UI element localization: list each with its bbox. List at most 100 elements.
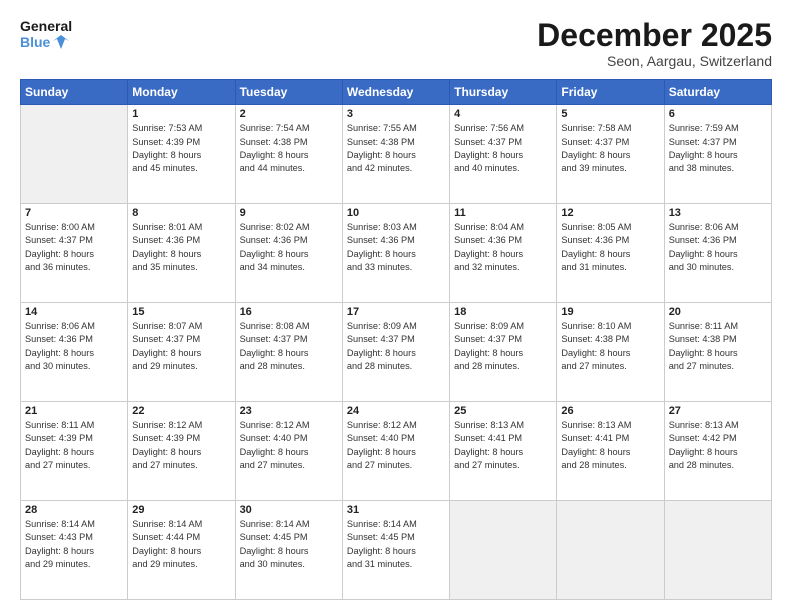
day-number: 21	[25, 405, 123, 417]
header-tuesday: Tuesday	[235, 80, 342, 105]
day-number: 2	[240, 108, 338, 120]
table-row: 1Sunrise: 7:53 AMSunset: 4:39 PMDaylight…	[128, 105, 235, 204]
table-row: 21 Sunrise: 8:11 AMSunset: 4:39 PMDayligh…	[21, 402, 128, 501]
title-block: December 2025 Seon, Aargau, Switzerland	[537, 18, 772, 69]
day-info: Sunrise: 8:09 AMSunset: 4:37 PMDaylight:…	[347, 320, 445, 373]
day-info: Sunrise: 7:59 AMSunset: 4:37 PMDaylight:…	[669, 122, 767, 175]
table-row: 6 Sunrise: 7:59 AMSunset: 4:37 PMDaylight…	[664, 105, 771, 204]
header: General Blue December 2025 Seon, Aargau,…	[20, 18, 772, 69]
day-info: Sunrise: 8:04 AMSunset: 4:36 PMDaylight:…	[454, 221, 552, 274]
day-number: 23	[240, 405, 338, 417]
logo-symbol: General Blue	[20, 18, 72, 50]
day-info: Sunrise: 8:02 AMSunset: 4:36 PMDaylight:…	[240, 221, 338, 274]
table-row: 11 Sunrise: 8:04 AMSunset: 4:36 PMDayligh…	[450, 204, 557, 303]
weekday-header-row: Sunday Monday Tuesday Wednesday Thursday…	[21, 80, 772, 105]
day-number: 22	[132, 405, 230, 417]
day-info: Sunrise: 8:06 AMSunset: 4:36 PMDaylight:…	[25, 320, 123, 373]
day-number: 14	[25, 306, 123, 318]
page: General Blue December 2025 Seon, Aargau,…	[0, 0, 792, 612]
day-number: 11	[454, 207, 552, 219]
calendar-week-4: 21 Sunrise: 8:11 AMSunset: 4:39 PMDayligh…	[21, 402, 772, 501]
day-info: Sunrise: 8:11 AMSunset: 4:39 PMDaylight:…	[25, 419, 123, 472]
day-number: 15	[132, 306, 230, 318]
day-number: 28	[25, 504, 123, 516]
day-number: 26	[561, 405, 659, 417]
day-info: Sunrise: 7:53 AMSunset: 4:39 PMDaylight:…	[132, 122, 230, 175]
day-number: 7	[25, 207, 123, 219]
table-row: 27Sunrise: 8:13 AMSunset: 4:42 PMDayligh…	[664, 402, 771, 501]
day-number: 19	[561, 306, 659, 318]
day-number: 18	[454, 306, 552, 318]
day-number: 13	[669, 207, 767, 219]
day-number: 25	[454, 405, 552, 417]
header-saturday: Saturday	[664, 80, 771, 105]
table-row: 17 Sunrise: 8:09 AMSunset: 4:37 PMDayligh…	[342, 303, 449, 402]
day-info: Sunrise: 8:11 AMSunset: 4:38 PMDaylight:…	[669, 320, 767, 373]
day-info: Sunrise: 8:14 AMSunset: 4:45 PMDaylight:…	[347, 518, 445, 571]
table-row: 19 Sunrise: 8:10 AMSunset: 4:38 PMDayligh…	[557, 303, 664, 402]
day-number: 12	[561, 207, 659, 219]
table-row: 30Sunrise: 8:14 AMSunset: 4:45 PMDayligh…	[235, 501, 342, 600]
day-info: Sunrise: 8:09 AMSunset: 4:37 PMDaylight:…	[454, 320, 552, 373]
header-sunday: Sunday	[21, 80, 128, 105]
table-row: 10Sunrise: 8:03 AMSunset: 4:36 PMDayligh…	[342, 204, 449, 303]
day-number: 9	[240, 207, 338, 219]
day-info: Sunrise: 8:10 AMSunset: 4:38 PMDaylight:…	[561, 320, 659, 373]
day-number: 6	[669, 108, 767, 120]
day-number: 17	[347, 306, 445, 318]
day-info: Sunrise: 8:13 AMSunset: 4:41 PMDaylight:…	[454, 419, 552, 472]
header-wednesday: Wednesday	[342, 80, 449, 105]
table-row: 12 Sunrise: 8:05 AMSunset: 4:36 PMDayligh…	[557, 204, 664, 303]
table-row: 5 Sunrise: 7:58 AMSunset: 4:37 PMDaylight…	[557, 105, 664, 204]
day-info: Sunrise: 8:12 AMSunset: 4:40 PMDaylight:…	[347, 419, 445, 472]
calendar-week-3: 14 Sunrise: 8:06 AMSunset: 4:36 PMDayligh…	[21, 303, 772, 402]
table-row: 3 Sunrise: 7:55 AMSunset: 4:38 PMDaylight…	[342, 105, 449, 204]
table-row: 7 Sunrise: 8:00 AMSunset: 4:37 PMDaylight…	[21, 204, 128, 303]
day-info: Sunrise: 8:00 AMSunset: 4:37 PMDaylight:…	[25, 221, 123, 274]
table-row: 20 Sunrise: 8:11 AMSunset: 4:38 PMDayligh…	[664, 303, 771, 402]
day-info: Sunrise: 8:07 AMSunset: 4:37 PMDaylight:…	[132, 320, 230, 373]
table-row: 13 Sunrise: 8:06 AMSunset: 4:36 PMDayligh…	[664, 204, 771, 303]
table-row: 16Sunrise: 8:08 AMSunset: 4:37 PMDayligh…	[235, 303, 342, 402]
table-row	[557, 501, 664, 600]
day-info: Sunrise: 8:01 AMSunset: 4:36 PMDaylight:…	[132, 221, 230, 274]
calendar-week-5: 28 Sunrise: 8:14 AMSunset: 4:43 PMDayligh…	[21, 501, 772, 600]
day-number: 24	[347, 405, 445, 417]
table-row: 2Sunrise: 7:54 AMSunset: 4:38 PMDaylight…	[235, 105, 342, 204]
day-info: Sunrise: 8:05 AMSunset: 4:36 PMDaylight:…	[561, 221, 659, 274]
table-row: 29 Sunrise: 8:14 AMSunset: 4:44 PMDayligh…	[128, 501, 235, 600]
calendar-week-2: 7 Sunrise: 8:00 AMSunset: 4:37 PMDaylight…	[21, 204, 772, 303]
day-info: Sunrise: 8:13 AMSunset: 4:42 PMDaylight:…	[669, 419, 767, 472]
day-info: Sunrise: 8:14 AMSunset: 4:44 PMDaylight:…	[132, 518, 230, 571]
logo: General Blue	[20, 18, 74, 50]
table-row	[664, 501, 771, 600]
table-row: 24 Sunrise: 8:12 AMSunset: 4:40 PMDayligh…	[342, 402, 449, 501]
day-info: Sunrise: 7:58 AMSunset: 4:37 PMDaylight:…	[561, 122, 659, 175]
day-info: Sunrise: 7:56 AMSunset: 4:37 PMDaylight:…	[454, 122, 552, 175]
table-row: 15 Sunrise: 8:07 AMSunset: 4:37 PMDayligh…	[128, 303, 235, 402]
day-info: Sunrise: 8:06 AMSunset: 4:36 PMDaylight:…	[669, 221, 767, 274]
table-row: 9 Sunrise: 8:02 AMSunset: 4:36 PMDaylight…	[235, 204, 342, 303]
day-info: Sunrise: 7:55 AMSunset: 4:38 PMDaylight:…	[347, 122, 445, 175]
day-number: 31	[347, 504, 445, 516]
table-row: 22Sunrise: 8:12 AMSunset: 4:39 PMDayligh…	[128, 402, 235, 501]
day-number: 30	[240, 504, 338, 516]
table-row: 18 Sunrise: 8:09 AMSunset: 4:37 PMDayligh…	[450, 303, 557, 402]
table-row	[21, 105, 128, 204]
day-number: 29	[132, 504, 230, 516]
day-info: Sunrise: 8:14 AMSunset: 4:43 PMDaylight:…	[25, 518, 123, 571]
day-number: 16	[240, 306, 338, 318]
day-number: 20	[669, 306, 767, 318]
header-thursday: Thursday	[450, 80, 557, 105]
day-number: 5	[561, 108, 659, 120]
header-friday: Friday	[557, 80, 664, 105]
day-number: 4	[454, 108, 552, 120]
table-row: 26Sunrise: 8:13 AMSunset: 4:41 PMDayligh…	[557, 402, 664, 501]
day-info: Sunrise: 8:12 AMSunset: 4:40 PMDaylight:…	[240, 419, 338, 472]
day-number: 10	[347, 207, 445, 219]
month-title: December 2025	[537, 18, 772, 53]
table-row: 14 Sunrise: 8:06 AMSunset: 4:36 PMDayligh…	[21, 303, 128, 402]
day-number: 3	[347, 108, 445, 120]
header-monday: Monday	[128, 80, 235, 105]
logo-bird-icon	[53, 35, 69, 49]
